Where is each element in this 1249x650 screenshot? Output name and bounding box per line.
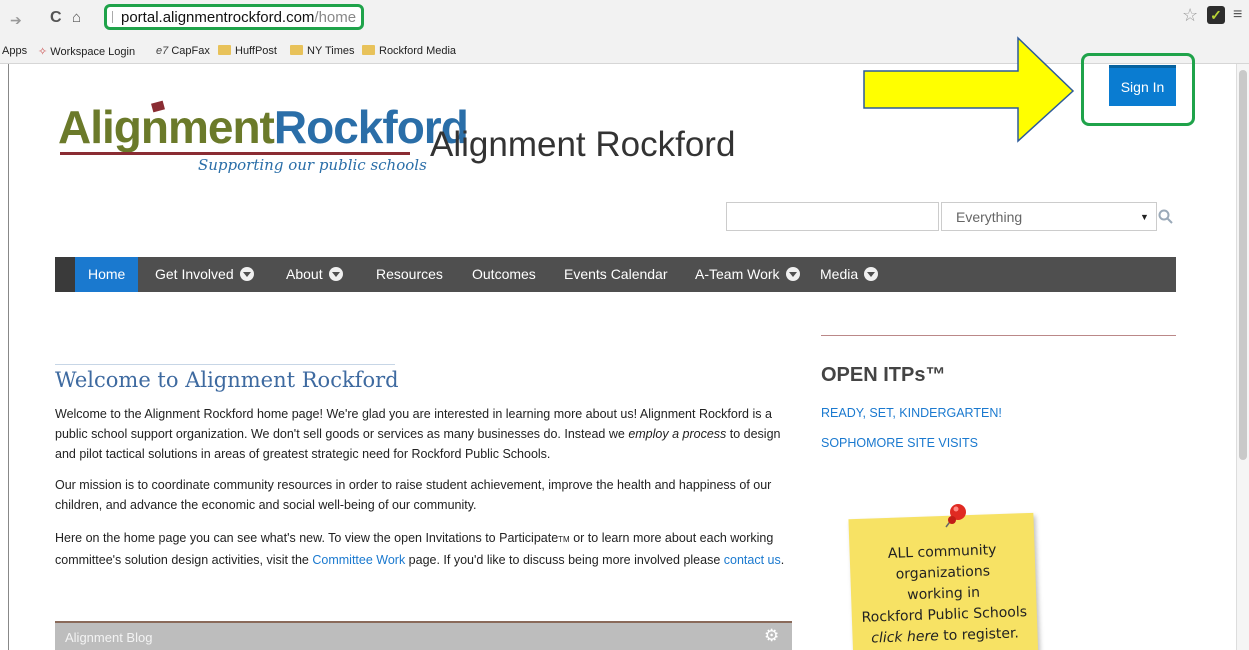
search-scope-select[interactable]: Everything ▼ — [941, 202, 1157, 231]
bookmark-apps[interactable]: Apps — [2, 45, 27, 57]
workspace-icon: ✧ — [38, 46, 48, 58]
extension-icon[interactable]: ✓ — [1207, 6, 1225, 24]
heading-rule — [55, 364, 395, 365]
dropdown-icon — [864, 267, 879, 281]
sign-in-button[interactable]: Sign In — [1109, 65, 1176, 106]
annotation-arrow-icon — [863, 36, 1075, 143]
url-text: portal.alignmentrockford.com/home — [121, 9, 357, 26]
search-input[interactable] — [726, 202, 939, 231]
page-left-border — [8, 64, 9, 650]
nav-outcomes[interactable]: Outcomes — [472, 257, 536, 292]
committee-work-link[interactable]: Committee Work — [312, 553, 405, 567]
gear-icon[interactable]: ⚙ — [764, 626, 779, 646]
sidebar-heading: OPEN ITPs™ — [821, 364, 946, 386]
sidebar-rule — [821, 335, 1176, 336]
bookmark-workspace-login[interactable]: ✧ Workspace Login — [38, 45, 135, 58]
bookmark-huffpost[interactable]: HuffPost — [218, 45, 277, 57]
address-bar[interactable]: portal.alignmentrockford.com/home — [104, 4, 364, 30]
back-arrow-icon[interactable]: ➔ — [10, 12, 22, 29]
pushpin-icon — [945, 504, 966, 528]
bookmark-star-icon[interactable]: ☆ — [1182, 5, 1198, 26]
contact-us-link[interactable]: contact us — [724, 553, 781, 567]
mission-paragraph: Our mission is to coordinate community r… — [55, 478, 772, 512]
page-heading: Welcome to Alignment Rockford — [55, 368, 399, 392]
logo-tagline: Supporting our public schools — [198, 156, 427, 174]
browser-toolbar: ➔ C ⌂ portal.alignmentrockford.com/home … — [0, 0, 1249, 40]
blog-header: Alignment Blog ⚙ — [55, 621, 792, 650]
itp-link-sophomore[interactable]: SOPHOMORE SITE VISITS — [821, 436, 978, 450]
register-link[interactable]: click here — [871, 628, 939, 646]
logo-underline — [60, 152, 410, 155]
scrollbar-thumb[interactable] — [1239, 70, 1247, 460]
intro-paragraph: Welcome to the Alignment Rockford home p… — [55, 407, 781, 461]
nav-a-team-work[interactable]: A-Team Work — [695, 257, 800, 292]
bookmark-capfax[interactable]: e7 CapFax — [156, 45, 210, 57]
info-paragraph: Here on the home page you can see what's… — [55, 531, 785, 567]
nav-about[interactable]: About — [286, 257, 343, 292]
site-logo[interactable]: AlignmentRockford Supporting our public … — [58, 100, 469, 192]
itp-link-kindergarten[interactable]: READY, SET, KINDERGARTEN! — [821, 406, 1002, 420]
nav-events-calendar[interactable]: Events Calendar — [564, 257, 668, 292]
page-icon — [112, 11, 118, 23]
dropdown-icon — [328, 267, 343, 281]
capfax-icon: e7 — [156, 45, 169, 57]
site-title: Alignment Rockford — [430, 125, 736, 164]
reload-icon[interactable]: C — [50, 9, 62, 27]
nav-get-involved[interactable]: Get Involved — [155, 257, 254, 292]
nav-resources[interactable]: Resources — [376, 257, 443, 292]
home-icon[interactable]: ⌂ — [72, 9, 81, 26]
dropdown-icon — [785, 267, 800, 281]
chevron-down-icon: ▼ — [1140, 212, 1149, 222]
bookmark-nytimes[interactable]: NY Times — [290, 45, 354, 57]
folder-icon — [362, 45, 375, 55]
sticky-note-text: ALL community organizations working in R… — [861, 542, 1028, 647]
search-icon[interactable] — [1158, 209, 1174, 225]
folder-icon — [290, 45, 303, 55]
folder-icon — [218, 45, 231, 55]
nav-media[interactable]: Media — [820, 257, 879, 292]
main-nav: Home Get Involved About Resources Outcom… — [55, 257, 1176, 292]
search-scope-value: Everything — [956, 209, 1023, 225]
dropdown-icon — [239, 267, 254, 281]
nav-home[interactable]: Home — [75, 257, 139, 292]
bookmark-rockford-media[interactable]: Rockford Media — [362, 45, 456, 57]
logo-wordmark: AlignmentRockford — [58, 101, 469, 153]
browser-menu-icon[interactable]: ≡ — [1233, 6, 1242, 24]
blog-title: Alignment Blog — [65, 630, 153, 645]
